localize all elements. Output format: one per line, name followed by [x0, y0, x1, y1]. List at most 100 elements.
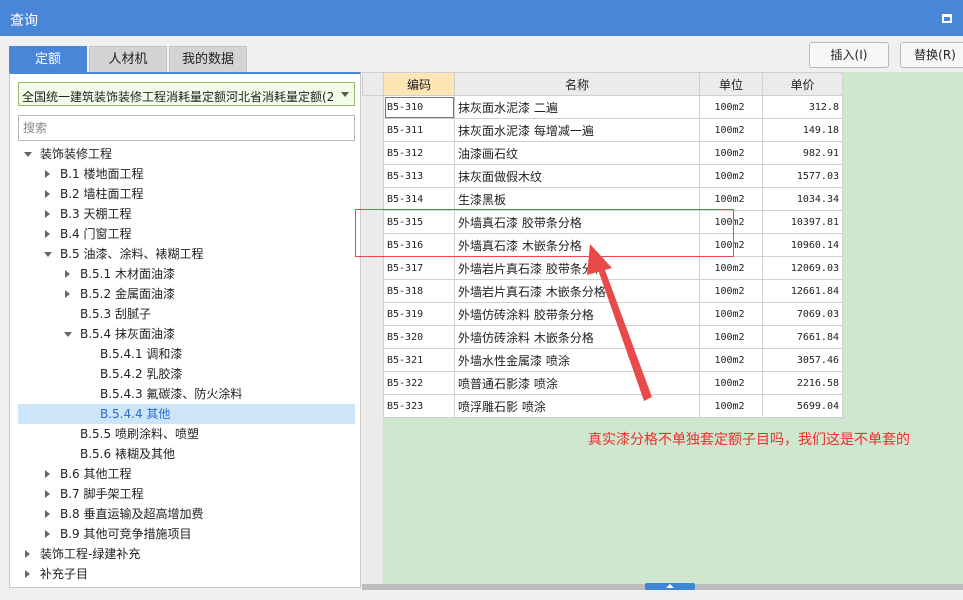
cell-price[interactable]: 1034.34	[762, 187, 843, 211]
cell-code[interactable]: B5-320	[383, 325, 455, 349]
cell-name[interactable]: 抹灰面水泥漆 每增减一遍	[454, 118, 700, 142]
cell-code[interactable]: B5-322	[383, 371, 455, 395]
tree-item[interactable]: B.5.1 木材面油漆	[18, 264, 355, 284]
cell-code[interactable]: B5-310	[383, 95, 455, 119]
cell-unit[interactable]: 100m2	[699, 141, 763, 165]
table-row[interactable]: 10B5-319外墙仿砖涂料 胶带条分格100m27069.03	[362, 302, 843, 326]
cell-unit[interactable]: 100m2	[699, 187, 763, 211]
chevron-right-icon[interactable]	[63, 284, 73, 304]
tree-item[interactable]: B.2 墙柱面工程	[18, 184, 355, 204]
search-field[interactable]	[18, 115, 355, 141]
replace-button[interactable]: 替换(R)	[900, 42, 963, 68]
chevron-down-icon[interactable]	[23, 144, 33, 164]
tree-item[interactable]: B.3 天棚工程	[18, 204, 355, 224]
cell-code[interactable]: B5-323	[383, 394, 455, 418]
chevron-right-icon[interactable]	[43, 504, 53, 524]
cell-price[interactable]: 5699.04	[762, 394, 843, 418]
tree-item[interactable]: B.8 垂直运输及超高增加费	[18, 504, 355, 524]
tree-item[interactable]: B.5.4 抹灰面油漆	[18, 324, 355, 344]
cell-unit[interactable]: 100m2	[699, 118, 763, 142]
cell-unit[interactable]: 100m2	[699, 279, 763, 303]
column-header-name[interactable]: 名称	[454, 72, 700, 96]
cell-name[interactable]: 外墙岩片真石漆 胶带条分格	[454, 256, 700, 280]
tree-item[interactable]: B.5.6 裱糊及其他	[18, 444, 355, 464]
tree-item[interactable]: B.1 楼地面工程	[18, 164, 355, 184]
chevron-down-icon[interactable]	[43, 244, 53, 264]
cell-price[interactable]: 12661.84	[762, 279, 843, 303]
cell-name[interactable]: 外墙水性金属漆 喷涂	[454, 348, 700, 372]
tree-item[interactable]: B.5.5 喷刷涂料、喷塑	[18, 424, 355, 444]
cell-code[interactable]: B5-311	[383, 118, 455, 142]
table-row[interactable]: 8B5-317外墙岩片真石漆 胶带条分格100m212069.03	[362, 256, 843, 280]
chevron-right-icon[interactable]	[43, 464, 53, 484]
search-input[interactable]	[19, 116, 354, 140]
table-row[interactable]: 11B5-320外墙仿砖涂料 木嵌条分格100m27661.84	[362, 325, 843, 349]
chevron-right-icon[interactable]	[23, 544, 33, 564]
cell-code[interactable]: B5-321	[383, 348, 455, 372]
tree-item[interactable]: B.9 其他可竞争措施项目	[18, 524, 355, 544]
cell-unit[interactable]: 100m2	[699, 256, 763, 280]
cell-name[interactable]: 外墙岩片真石漆 木嵌条分格	[454, 279, 700, 303]
maximize-icon[interactable]	[942, 14, 952, 23]
insert-button[interactable]: 插入(I)	[809, 42, 889, 68]
table-row[interactable]: 3B5-312油漆画石纹100m2982.91	[362, 141, 843, 165]
tree-item[interactable]: 装饰工程-绿建补充	[18, 544, 355, 564]
tab-labor-material-machine[interactable]: 人材机	[89, 46, 167, 72]
cell-price[interactable]: 7661.84	[762, 325, 843, 349]
chevron-right-icon[interactable]	[63, 264, 73, 284]
cell-unit[interactable]: 100m2	[699, 164, 763, 188]
tree-item[interactable]: B.5.4.1 调和漆	[18, 344, 355, 364]
cell-code[interactable]: B5-319	[383, 302, 455, 326]
cell-price[interactable]: 12069.03	[762, 256, 843, 280]
cell-price[interactable]: 10960.14	[762, 233, 843, 257]
cell-code[interactable]: B5-312	[383, 141, 455, 165]
tab-quota[interactable]: 定额	[9, 46, 87, 72]
column-header-unit[interactable]: 单位	[699, 72, 763, 96]
tree-item[interactable]: B.5.2 金属面油漆	[18, 284, 355, 304]
tree-item[interactable]: B.7 脚手架工程	[18, 484, 355, 504]
column-header-code[interactable]: 编码	[383, 72, 455, 96]
tree-item[interactable]: B.5.4.2 乳胶漆	[18, 364, 355, 384]
chevron-right-icon[interactable]	[43, 524, 53, 544]
table-row[interactable]: 4B5-313抹灰面做假木纹100m21577.03	[362, 164, 843, 188]
chevron-right-icon[interactable]	[43, 184, 53, 204]
chevron-right-icon[interactable]	[23, 564, 33, 584]
tree-item[interactable]: 装饰装修工程	[18, 144, 355, 164]
chevron-down-icon[interactable]	[341, 92, 349, 97]
cell-name[interactable]: 油漆画石纹	[454, 141, 700, 165]
cell-price[interactable]: 149.18	[762, 118, 843, 142]
cell-name[interactable]: 喷浮雕石影 喷涂	[454, 394, 700, 418]
cell-price[interactable]: 3057.46	[762, 348, 843, 372]
cell-unit[interactable]: 100m2	[699, 394, 763, 418]
cell-code[interactable]: B5-318	[383, 279, 455, 303]
cell-name[interactable]: 生漆黑板	[454, 187, 700, 211]
tree-item[interactable]: B.5.4.3 氟碳漆、防火涂料	[18, 384, 355, 404]
cell-code[interactable]: B5-314	[383, 187, 455, 211]
table-row[interactable]: 2B5-311抹灰面水泥漆 每增减一遍100m2149.18	[362, 118, 843, 142]
cell-price[interactable]: 2216.58	[762, 371, 843, 395]
table-row[interactable]: 9B5-318外墙岩片真石漆 木嵌条分格100m212661.84	[362, 279, 843, 303]
table-row[interactable]: 12B5-321外墙水性金属漆 喷涂100m23057.46	[362, 348, 843, 372]
cell-unit[interactable]: 100m2	[699, 95, 763, 119]
chevron-right-icon[interactable]	[43, 164, 53, 184]
chevron-down-icon[interactable]	[63, 324, 73, 344]
cell-price[interactable]: 10397.81	[762, 210, 843, 234]
chevron-right-icon[interactable]	[43, 484, 53, 504]
table-row[interactable]: 1B5-310抹灰面水泥漆 二遍100m2312.8	[362, 95, 843, 119]
cell-name[interactable]: 抹灰面水泥漆 二遍	[454, 95, 700, 119]
cell-unit[interactable]: 100m2	[699, 348, 763, 372]
cell-code[interactable]: B5-317	[383, 256, 455, 280]
tree-item[interactable]: B.5.4.4 其他	[18, 404, 355, 424]
chevron-right-icon[interactable]	[43, 204, 53, 224]
tree-item[interactable]: B.4 门窗工程	[18, 224, 355, 244]
cell-name[interactable]: 喷普通石影漆 喷涂	[454, 371, 700, 395]
tree-item[interactable]: B.5 油漆、涂料、裱糊工程	[18, 244, 355, 264]
cell-unit[interactable]: 100m2	[699, 371, 763, 395]
tree-item[interactable]: 补充子目	[18, 564, 355, 584]
cell-name[interactable]: 外墙仿砖涂料 木嵌条分格	[454, 325, 700, 349]
tree-item[interactable]: B.5.3 刮腻子	[18, 304, 355, 324]
table-row[interactable]: 14B5-323喷浮雕石影 喷涂100m25699.04	[362, 394, 843, 418]
column-header-price[interactable]: 单价	[762, 72, 843, 96]
cell-code[interactable]: B5-313	[383, 164, 455, 188]
tree-item[interactable]: B.6 其他工程	[18, 464, 355, 484]
